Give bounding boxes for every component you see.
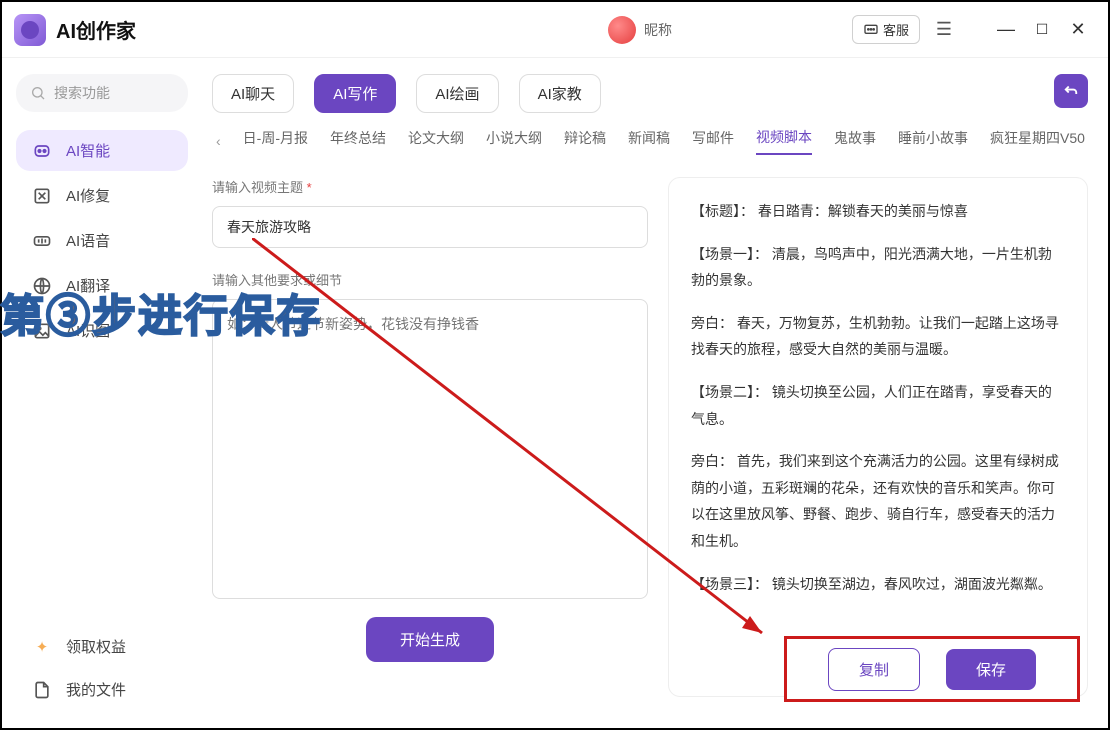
output-scene2: 【场景二】： 镜头切换至公园，人们正在踏青，享受春天的气息。 [691,379,1065,432]
action-highlight-box: 复制 保存 [784,636,1080,702]
sidebar-item-repair[interactable]: AI修复 [16,175,188,216]
sidebar-item-label: AI翻译 [66,275,110,296]
detail-textarea[interactable] [212,299,648,599]
sidebar-item-label: 我的文件 [66,679,126,700]
detail-label: 请输入其他要求或细节 [212,270,648,289]
subtab-crazy[interactable]: 疯狂星期四V50 [990,128,1085,154]
subtab-ghost[interactable]: 鬼故事 [834,128,876,154]
output-narration2: 旁白： 首先，我们来到这个充满活力的公园。这里有绿树成荫的小道，五彩斑斓的花朵，… [691,448,1065,554]
output-panel[interactable]: 【标题】： 春日踏青：解锁春天的美丽与惊喜 【场景一】： 清晨，鸟鸣声中，阳光洒… [668,177,1088,697]
generate-button[interactable]: 开始生成 [366,617,494,662]
sidebar-item-label: AI智能 [66,140,110,161]
subtab-news[interactable]: 新闻稿 [628,128,670,154]
nickname[interactable]: 昵称 [644,20,672,40]
sidebar-item-files[interactable]: 我的文件 [16,669,188,710]
subtab-debate[interactable]: 辩论稿 [564,128,606,154]
sidebar-item-image[interactable]: AI识图 [16,310,188,351]
chat-icon [863,22,879,38]
topic-label: 请输入视频主题 * [212,177,648,196]
tab-chat[interactable]: AI聊天 [212,74,294,113]
sidebar-item-ai-smart[interactable]: AI智能 [16,130,188,171]
search-icon [30,85,46,101]
tab-tutor[interactable]: AI家教 [519,74,601,113]
support-label: 客服 [883,20,909,39]
sidebar-item-label: AI识图 [66,320,110,341]
save-button[interactable]: 保存 [946,649,1036,690]
minimize-button[interactable]: — [988,16,1024,44]
sidebar-item-translate[interactable]: AI翻译 [16,265,188,306]
sidebar-item-label: AI修复 [66,185,110,206]
image-icon [30,321,54,341]
subtab-prev[interactable]: ‹ [216,133,221,149]
subtab-novel[interactable]: 小说大纲 [486,128,542,154]
subtab-report[interactable]: 日-周-月报 [243,128,308,154]
sidebar-item-label: 领取权益 [66,636,126,657]
topic-input[interactable] [212,206,648,248]
vip-icon: ✦ [30,638,54,656]
output-narration1: 旁白： 春天，万物复苏，生机勃勃。让我们一起踏上这场寻找春天的旅程，感受大自然的… [691,310,1065,363]
search-input[interactable]: 搜索功能 [16,74,188,112]
close-button[interactable]: ✕ [1060,16,1096,44]
sidebar-item-label: AI语音 [66,230,110,251]
avatar[interactable] [608,16,636,44]
return-icon [1062,82,1080,100]
app-logo [14,14,46,46]
subtab-summary[interactable]: 年终总结 [330,128,386,154]
sidebar-item-benefits[interactable]: ✦ 领取权益 [16,626,188,667]
subtab-mail[interactable]: 写邮件 [692,128,734,154]
subtab-thesis[interactable]: 论文大纲 [408,128,464,154]
app-title: AI创作家 [56,15,136,44]
ai-icon [30,141,54,161]
output-scene1: 【场景一】： 清晨，鸟鸣声中，阳光洒满大地，一片生机勃勃的景象。 [691,241,1065,294]
subtab-video[interactable]: 视频脚本 [756,127,812,155]
voice-icon [30,231,54,251]
repair-icon [30,186,54,206]
output-title: 【标题】： 春日踏青：解锁春天的美丽与惊喜 [691,198,1065,225]
sidebar-item-voice[interactable]: AI语音 [16,220,188,261]
translate-icon [30,276,54,296]
menu-button[interactable]: ☰ [930,16,958,44]
subtab-bedtime[interactable]: 睡前小故事 [898,128,968,154]
tab-write[interactable]: AI写作 [314,74,396,113]
file-icon [30,680,54,700]
maximize-button[interactable]: ☐ [1024,16,1060,44]
tab-paint[interactable]: AI绘画 [416,74,498,113]
back-button[interactable] [1054,74,1088,108]
output-scene3: 【场景三】： 镜头切换至湖边，春风吹过，湖面波光粼粼。 [691,571,1065,598]
support-button[interactable]: 客服 [852,15,920,44]
copy-button[interactable]: 复制 [828,648,920,691]
search-placeholder: 搜索功能 [54,83,110,103]
